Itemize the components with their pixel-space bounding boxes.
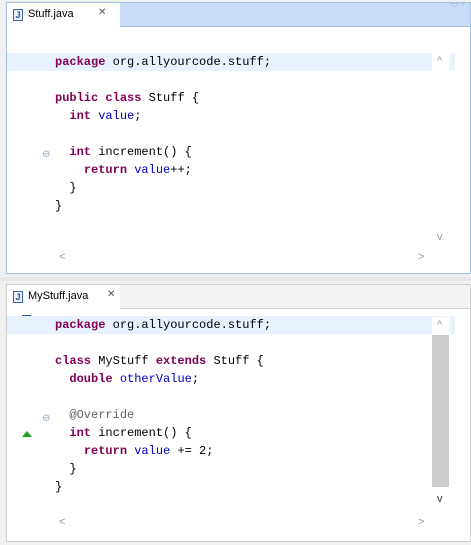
code-token: ;	[134, 109, 142, 123]
code-line[interactable]: int increment() {	[55, 424, 415, 442]
code-line[interactable]: }	[55, 197, 415, 215]
java-file-icon: J	[13, 9, 23, 21]
keyword-token: class	[55, 354, 92, 368]
code-token: ++;	[170, 163, 192, 177]
tab-mystuff-java[interactable]: J MyStuff.java ✕	[7, 285, 121, 309]
keyword-token: return	[83, 163, 128, 177]
code-token: Stuff {	[206, 354, 264, 368]
code-line[interactable]: package org.allyourcode.stuff;	[7, 316, 455, 334]
field-token: value	[134, 163, 171, 177]
code-line[interactable]: }	[55, 179, 415, 197]
close-icon[interactable]: ✕	[107, 289, 115, 300]
code-token: org.allyourcode.stuff;	[105, 318, 272, 332]
keyword-token: int	[69, 145, 92, 159]
scroll-down-icon[interactable]: v	[437, 493, 443, 505]
field-token: value	[134, 444, 171, 458]
annotation-ruler	[7, 309, 33, 524]
code-token: org.allyourcode.stuff;	[105, 55, 272, 69]
code-line[interactable]	[55, 71, 415, 89]
code-line[interactable]: return value += 2;	[55, 442, 415, 460]
code-line[interactable]: class MyStuff extends Stuff {	[55, 352, 415, 370]
code-line[interactable]: double otherValue;	[55, 370, 415, 388]
fold-toggle-icon[interactable]: ⊖	[42, 414, 50, 424]
keyword-token: extends	[155, 354, 207, 368]
code-line[interactable]: @Override	[55, 406, 415, 424]
keyword-token: public	[55, 91, 99, 105]
horizontal-scrollbar[interactable]: < >	[35, 250, 433, 266]
code-token: Stuff {	[141, 91, 200, 105]
code-area[interactable]: package org.allyourcode.stuff; public cl…	[7, 53, 455, 215]
tab-label: MyStuff.java	[28, 290, 89, 302]
code-token: increment() {	[91, 426, 192, 440]
tab-label: Stuff.java	[28, 8, 74, 20]
tab-bar-fill: ▭▫	[120, 3, 470, 27]
editor-divider[interactable]	[0, 277, 471, 281]
keyword-token: package	[55, 318, 106, 332]
code-line[interactable]	[55, 334, 415, 352]
keyword-token: return	[83, 444, 128, 458]
code-token: }	[55, 480, 63, 494]
code-token: ;	[191, 372, 200, 386]
minimize-maximize-icon[interactable]: ▭▫	[450, 3, 466, 10]
vertical-scrollbar[interactable]: ^ v	[432, 51, 450, 246]
workspace: J Stuff.java ✕ ▭▫ ⊖ package org.allyourc…	[0, 0, 471, 545]
keyword-token: package	[55, 55, 106, 69]
code-token: += 2;	[170, 444, 214, 458]
tab-bar-fill	[120, 285, 470, 309]
keyword-token: double	[69, 372, 113, 386]
scroll-up-icon[interactable]: ^	[437, 55, 442, 67]
horizontal-scrollbar[interactable]: < >	[35, 515, 433, 531]
scroll-up-icon[interactable]: ^	[437, 319, 442, 331]
fold-toggle-icon[interactable]: ⊖	[42, 150, 50, 160]
scroll-right-icon[interactable]: >	[418, 251, 424, 263]
close-icon[interactable]: ✕	[98, 7, 106, 18]
code-line[interactable]: public class Stuff {	[55, 89, 415, 107]
editor-tab-bar: J MyStuff.java ✕	[7, 285, 470, 309]
field-token: value	[98, 109, 135, 123]
scroll-right-icon[interactable]: >	[418, 516, 424, 528]
vertical-scrollbar[interactable]: ^ v	[432, 317, 450, 513]
code-line[interactable]: }	[55, 478, 415, 496]
code-line[interactable]: int value;	[55, 107, 415, 125]
keyword-token: int	[69, 109, 92, 123]
tab-stuff-java[interactable]: J Stuff.java ✕	[7, 3, 121, 27]
code-line[interactable]: int increment() {	[55, 143, 415, 161]
editor-stuff-java: J Stuff.java ✕ ▭▫ ⊖ package org.allyourc…	[6, 2, 471, 274]
code-token: increment() {	[91, 145, 192, 159]
keyword-token: int	[69, 426, 92, 440]
code-line[interactable]: }	[55, 460, 415, 478]
code-line[interactable]: return value++;	[55, 161, 415, 179]
code-token: }	[55, 199, 63, 213]
editor-mystuff-java: J MyStuff.java ✕ ⊖ package org.allyourco…	[6, 284, 471, 542]
editor-tab-bar: J Stuff.java ✕ ▭▫	[7, 3, 470, 27]
scroll-left-icon[interactable]: <	[59, 251, 65, 263]
scroll-down-icon[interactable]: v	[437, 231, 443, 243]
field-token: otherValue	[119, 372, 192, 386]
code-area[interactable]: package org.allyourcode.stuff; class MyS…	[7, 316, 455, 496]
java-file-icon: J	[13, 291, 23, 303]
scrollbar-thumb[interactable]	[432, 335, 449, 487]
code-token: MyStuff	[91, 354, 156, 368]
code-line[interactable]	[55, 125, 415, 143]
code-line[interactable]	[55, 388, 415, 406]
code-line[interactable]: package org.allyourcode.stuff;	[7, 53, 455, 71]
keyword-token: class	[105, 91, 142, 105]
scroll-left-icon[interactable]: <	[59, 516, 65, 528]
annotation-token: @Override	[69, 408, 135, 422]
code-token: }	[55, 181, 77, 195]
override-indicator-icon[interactable]	[22, 431, 32, 437]
code-token: }	[55, 462, 77, 476]
